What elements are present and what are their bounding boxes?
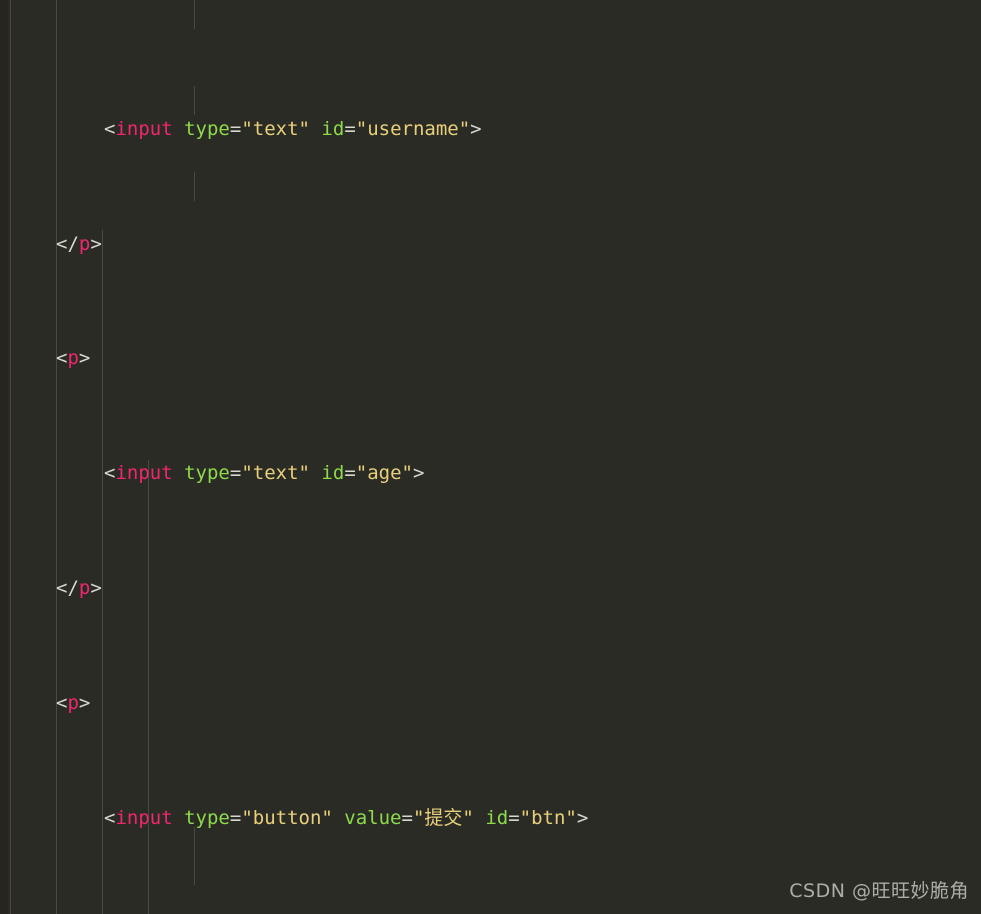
code-line[interactable]: <p> <box>0 344 981 373</box>
code-line[interactable]: </p> <box>0 230 981 259</box>
code-line[interactable]: <p> <box>0 689 981 718</box>
code-line[interactable]: </p> <box>0 574 981 603</box>
code-editor[interactable]: <input type="text" id="username"> </p> <… <box>0 0 981 914</box>
code-content[interactable]: <input type="text" id="username"> </p> <… <box>0 0 981 914</box>
code-line[interactable]: <input type="text" id="age"> <box>0 459 981 488</box>
code-line[interactable]: <input type="text" id="username"> <box>0 115 981 144</box>
csdn-watermark: CSDN @旺旺妙脆角 <box>789 880 969 903</box>
code-line[interactable]: <input type="button" value="提交" id="btn"… <box>0 804 981 833</box>
